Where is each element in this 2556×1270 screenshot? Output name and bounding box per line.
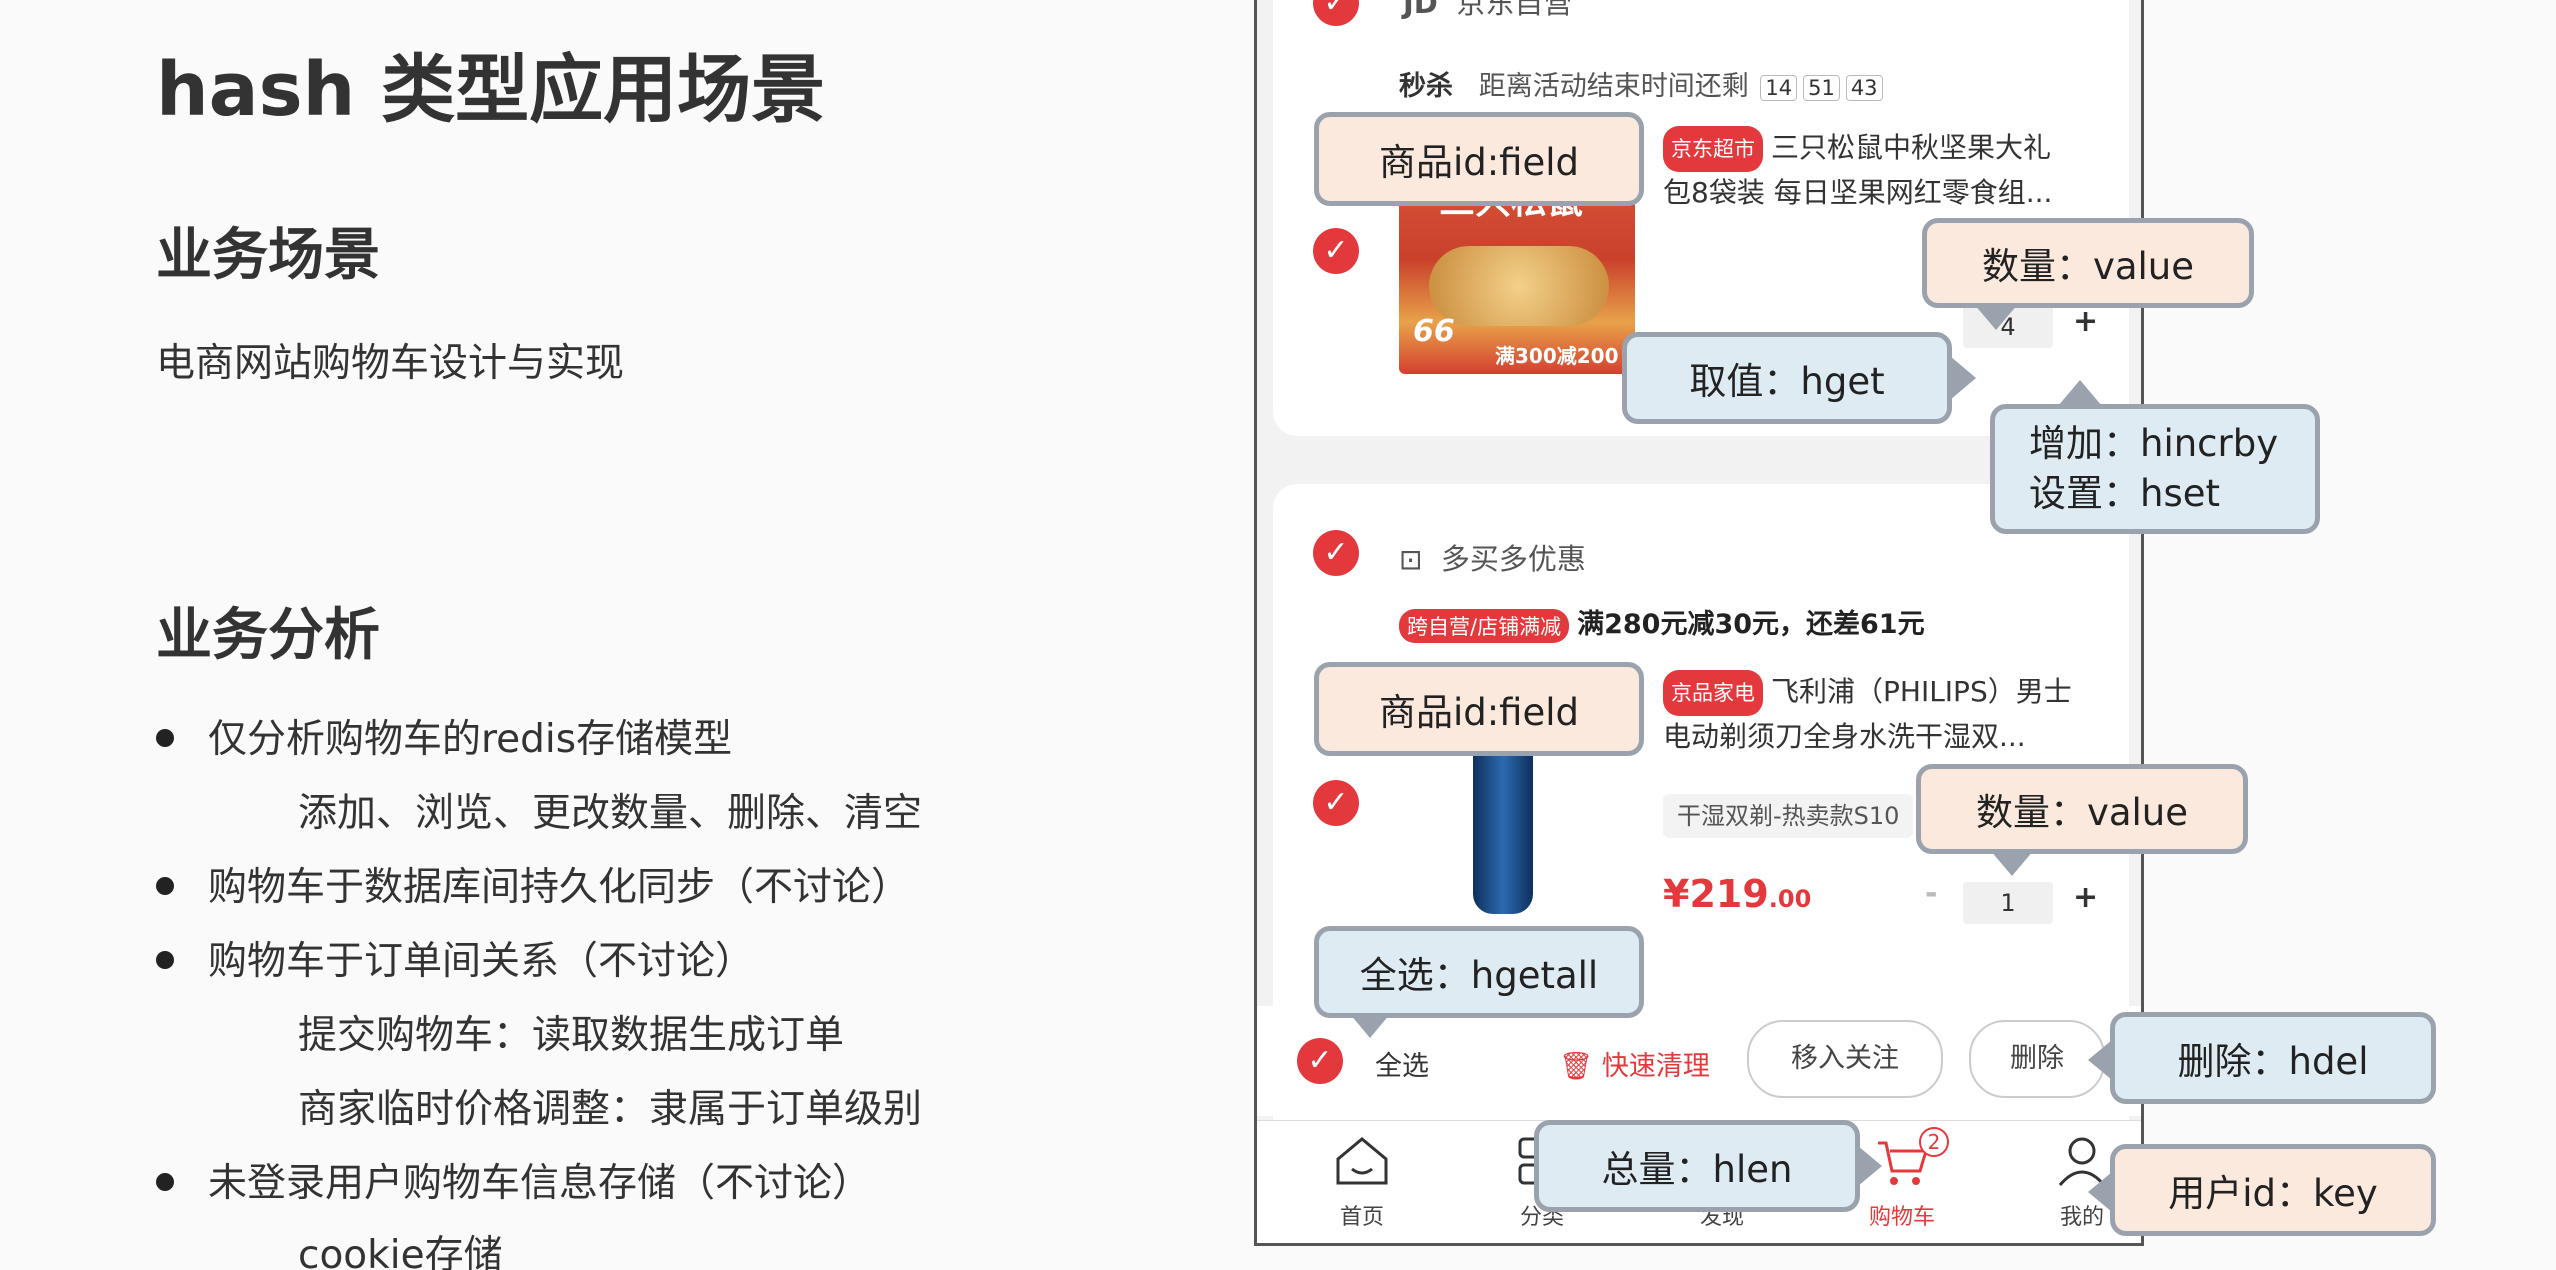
callout-hdel: 删除：hdel: [2110, 1012, 2436, 1104]
callout-pointer: [2088, 1040, 2112, 1080]
flash-sale-row: 秒杀 距离活动结束时间还剩 14 51 43: [1399, 64, 1886, 103]
callout-pointer: [1950, 356, 1976, 400]
promo-tag: 跨自营/店铺满减: [1399, 608, 1570, 643]
bullet-item: 仅分析购物车的redis存储模型: [156, 708, 732, 764]
bullet-text: 未登录用户购物车信息存储（不讨论）: [208, 1161, 872, 1206]
countdown-minutes: 51: [1803, 75, 1840, 101]
item2-title[interactable]: 京品家电 飞利浦（PHILIPS）男士 电动剃须刀全身水洗干湿双...: [1663, 670, 2072, 758]
scenario-description: 电商网站购物车设计与实现: [156, 341, 625, 386]
callout-pointer: [1858, 1146, 1882, 1186]
sub-item: 添加、浏览、更改数量、删除、清空: [298, 791, 923, 836]
callout-hget: 取值：hget: [1622, 332, 1952, 424]
bullet-item: 购物车于订单间关系（不讨论）: [156, 930, 754, 986]
item2-checkbox[interactable]: ✓: [1313, 780, 1359, 826]
callout-hlen: 总量：hlen: [1534, 1120, 1860, 1212]
bullet-text: 仅分析购物车的redis存储模型: [208, 717, 733, 762]
item1-checkbox[interactable]: ✓: [1313, 228, 1359, 274]
callout-hset: 设置：hset: [2029, 472, 2220, 515]
sub-item: cookie存储: [298, 1233, 503, 1270]
bullet-dot: [156, 728, 174, 747]
callout-pointer: [1350, 1014, 1390, 1038]
jd-logo: JD: [1403, 0, 1438, 20]
cart-count-badge: 2: [1919, 1127, 1949, 1157]
sub-item: 提交购物车：读取数据生成订单: [298, 1013, 845, 1058]
item1-increase-button[interactable]: +: [2073, 304, 2098, 339]
callout-pointer: [2058, 380, 2102, 406]
move-to-follow-button[interactable]: 移入关注: [1747, 1020, 1943, 1098]
nuts-graphic: [1429, 246, 1609, 326]
slide-title: hash 类型应用场景: [156, 47, 826, 133]
item1-promo: 满300减200: [1495, 344, 1619, 368]
item2-quantity[interactable]: 1: [1963, 882, 2053, 924]
item2-decrease-button[interactable]: -: [1925, 876, 1937, 911]
item2-price: ¥219.00: [1663, 872, 1812, 916]
callout-pointer: [2088, 1172, 2112, 1212]
callout-pointer: [1974, 304, 2018, 330]
bullet-item: 未登录用户购物车信息存储（不讨论）: [156, 1152, 871, 1208]
store-checkbox[interactable]: ✓: [1313, 0, 1359, 26]
bullet-item: 购物车于数据库间持久化同步（不讨论）: [156, 856, 910, 912]
callout-field-2: 商品id:field: [1314, 662, 1644, 756]
home-icon: [1336, 1137, 1388, 1185]
sub-item: 商家临时价格调整：隶属于订单级别: [298, 1087, 923, 1132]
callout-field-1: 商品id:field: [1314, 112, 1644, 206]
countdown-seconds: 43: [1845, 75, 1883, 101]
callout-pointer: [1990, 850, 2034, 876]
select-all-label[interactable]: 全选: [1375, 1044, 1429, 1083]
item2-increase-button[interactable]: +: [2073, 880, 2098, 915]
callout-hincrby: 增加：hincrby: [2029, 422, 2279, 465]
select-all-checkbox[interactable]: ✓: [1297, 1038, 1343, 1084]
store2-checkbox[interactable]: ✓: [1313, 530, 1359, 576]
item1-title[interactable]: 京东超市 三只松鼠中秋坚果大礼 包8袋装 每日坚果网红零食组...: [1663, 126, 2052, 214]
bullet-dot: [156, 950, 174, 969]
callout-user-key: 用户id：key: [2110, 1144, 2436, 1236]
quick-clean-button[interactable]: 🗑 快速清理: [1559, 1044, 1710, 1083]
countdown-hours: 14: [1760, 75, 1798, 101]
item2-tag: 京品家电: [1663, 670, 1763, 716]
store2-name[interactable]: ⊡ 多买多优惠: [1399, 536, 1586, 578]
delete-button[interactable]: 删除: [1969, 1020, 2105, 1098]
bullet-text: 购物车于订单间关系（不讨论）: [208, 939, 755, 984]
cart-action-bar: ✓ 全选 🗑 快速清理 移入关注 删除: [1257, 1006, 2141, 1116]
bullet-dot: [156, 1172, 174, 1191]
callout-hgetall: 全选：hgetall: [1314, 926, 1644, 1018]
item1-badge: 66: [1413, 314, 1455, 349]
callout-value-1: 数量：value: [1922, 218, 2254, 308]
section-heading-analysis: 业务分析: [156, 603, 380, 668]
item1-tag: 京东超市: [1663, 126, 1763, 172]
callout-incr-set: 增加：hincrby 设置：hset: [1990, 404, 2320, 534]
nav-home[interactable]: 首页: [1307, 1133, 1417, 1231]
trash-icon: 🗑: [1559, 1051, 1594, 1082]
item2-variant[interactable]: 干湿双剃-热卖款S10: [1663, 794, 1914, 838]
bullet-dot: [156, 876, 174, 895]
discount-icon: ⊡: [1399, 543, 1423, 576]
callout-value-2: 数量：value: [1916, 764, 2248, 854]
promo-row[interactable]: 跨自营/店铺满减 满280元减30元，还差61元: [1399, 602, 1925, 643]
store-name[interactable]: JD 京东自营: [1403, 0, 1572, 22]
section-heading-scenario: 业务场景: [156, 223, 380, 288]
bullet-text: 购物车于数据库间持久化同步（不讨论）: [208, 865, 911, 910]
